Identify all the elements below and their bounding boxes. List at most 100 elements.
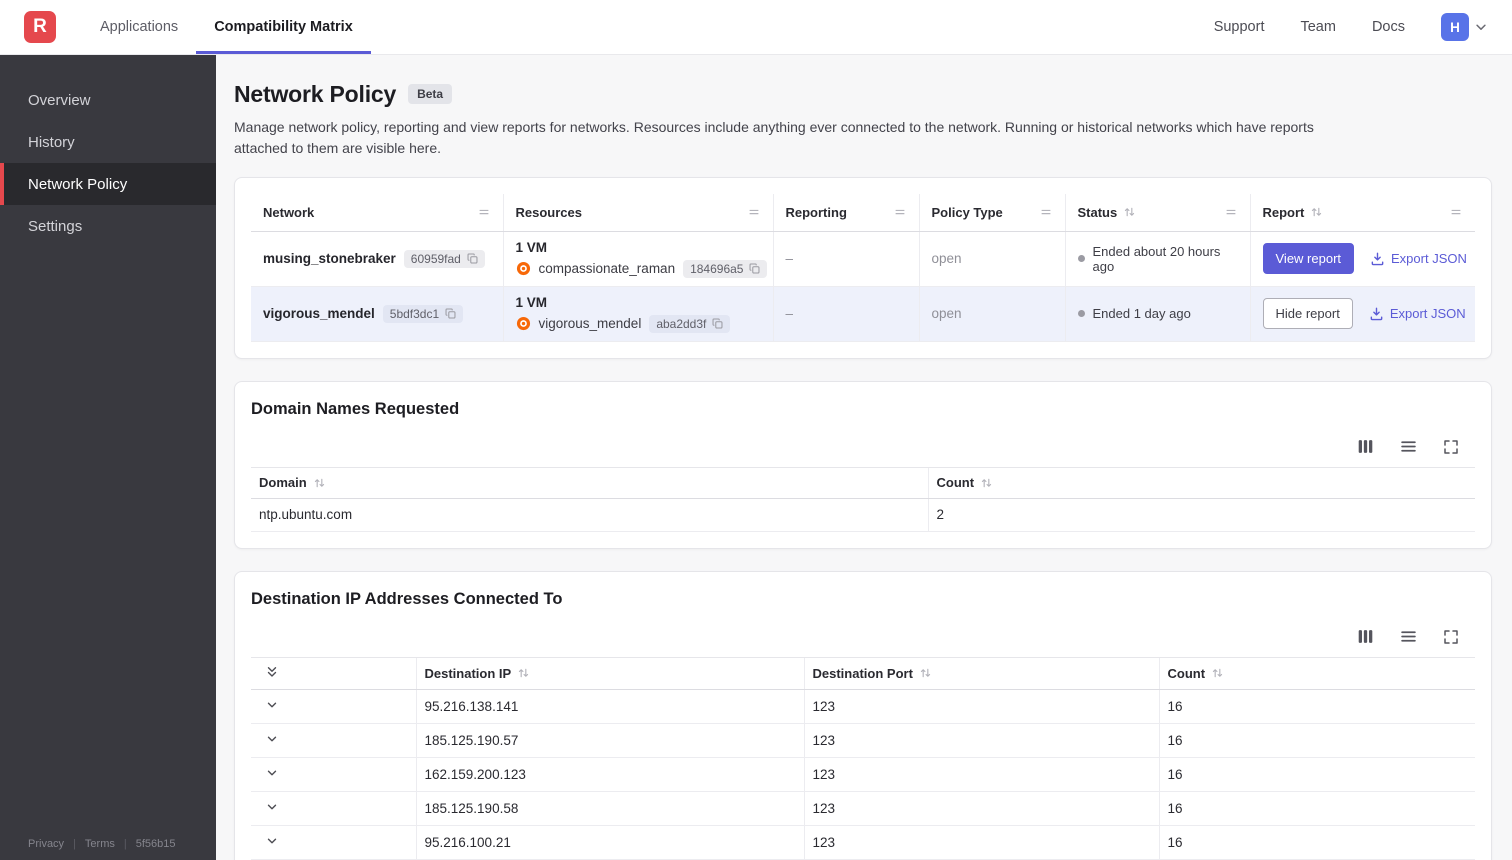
expand-all-icon[interactable] bbox=[265, 665, 279, 679]
app-logo[interactable]: R bbox=[24, 11, 56, 43]
expander-cell bbox=[251, 723, 416, 758]
sort-icon[interactable] bbox=[517, 667, 530, 679]
network-cell: musing_stonebraker 60959fad bbox=[251, 231, 503, 287]
expander-cell bbox=[251, 757, 416, 792]
column-header-destination-ip[interactable]: Destination IP bbox=[415, 656, 804, 690]
column-menu-icon[interactable] bbox=[477, 205, 491, 219]
resource-id: 184696a5 bbox=[690, 261, 744, 276]
column-header-status[interactable]: Status bbox=[1064, 194, 1250, 232]
destination-row: 95.216.138.141 123 16 bbox=[251, 689, 1475, 724]
sort-icon[interactable] bbox=[1123, 206, 1136, 218]
view-report-button[interactable]: View report bbox=[1262, 243, 1355, 274]
count-cell: 2 bbox=[927, 498, 1475, 532]
column-label: Reporting bbox=[785, 204, 847, 220]
fullscreen-icon[interactable] bbox=[1443, 439, 1459, 455]
column-label: Count bbox=[1167, 665, 1206, 681]
sort-icon[interactable] bbox=[1211, 667, 1224, 679]
hide-report-button[interactable]: Hide report bbox=[1262, 298, 1353, 329]
reporting-cell: – bbox=[772, 231, 919, 287]
terms-link[interactable]: Terms bbox=[85, 838, 115, 850]
report-cell: Hide report Export JSON bbox=[1249, 286, 1475, 342]
nav-link-team[interactable]: Team bbox=[1300, 19, 1335, 35]
column-menu-icon[interactable] bbox=[1039, 205, 1053, 219]
columns-view-icon[interactable] bbox=[1357, 438, 1374, 455]
copy-icon[interactable] bbox=[467, 253, 478, 264]
column-header-expand-all[interactable] bbox=[251, 656, 416, 690]
status-text: Ended about 20 hours ago bbox=[1092, 243, 1221, 274]
copy-icon[interactable] bbox=[749, 263, 760, 274]
chevron-down-icon[interactable] bbox=[265, 800, 279, 814]
column-menu-icon[interactable] bbox=[893, 205, 907, 219]
fullscreen-icon[interactable] bbox=[1443, 629, 1459, 645]
sidebar-item-settings[interactable]: Settings bbox=[0, 205, 216, 247]
policy-type-value: open bbox=[931, 251, 962, 266]
export-json-link[interactable]: Export JSON bbox=[1370, 251, 1467, 266]
column-header-report[interactable]: Report bbox=[1249, 194, 1475, 232]
sort-icon[interactable] bbox=[1310, 206, 1323, 218]
column-menu-icon[interactable] bbox=[1224, 205, 1238, 219]
rows-view-icon[interactable] bbox=[1400, 628, 1417, 645]
destination-ip-cell: 185.125.190.58 bbox=[415, 791, 804, 826]
column-header-resources[interactable]: Resources bbox=[502, 194, 773, 232]
count-cell: 16 bbox=[1158, 689, 1475, 724]
resource-id-badge: aba2dd3f bbox=[649, 314, 731, 333]
column-header-count[interactable]: Count bbox=[1158, 656, 1475, 690]
reporting-value: – bbox=[785, 306, 794, 321]
column-label: Network bbox=[263, 204, 315, 220]
domains-header-row: Domain Count bbox=[251, 466, 1475, 499]
column-header-domain[interactable]: Domain bbox=[251, 466, 928, 499]
download-icon bbox=[1369, 306, 1384, 321]
column-header-network[interactable]: Network bbox=[251, 194, 503, 232]
destination-row: 95.216.100.21 123 16 bbox=[251, 825, 1475, 860]
chevron-down-icon[interactable] bbox=[265, 698, 279, 712]
network-row: musing_stonebraker 60959fad 1 VM compass… bbox=[251, 231, 1475, 287]
chevron-down-icon bbox=[1474, 20, 1488, 34]
column-menu-icon[interactable] bbox=[747, 205, 761, 219]
status-dot bbox=[1077, 255, 1085, 262]
nav-link-support[interactable]: Support bbox=[1214, 19, 1265, 35]
top-navbar: R Applications Compatibility Matrix Supp… bbox=[0, 0, 1512, 55]
rows-view-icon[interactable] bbox=[1400, 438, 1417, 455]
domains-table: Domain Count ntp.ubuntu.com 2 bbox=[251, 466, 1475, 532]
policy-type-cell: open bbox=[918, 286, 1065, 342]
status-cell: Ended about 20 hours ago bbox=[1064, 231, 1250, 287]
resources-cell: 1 VM compassionate_raman 184696a5 bbox=[502, 231, 773, 287]
column-menu-icon[interactable] bbox=[1449, 205, 1463, 219]
export-json-link[interactable]: Export JSON bbox=[1369, 306, 1466, 321]
sort-icon[interactable] bbox=[313, 477, 326, 489]
column-header-policy-type[interactable]: Policy Type bbox=[918, 194, 1065, 232]
destination-row: 185.125.190.58 123 16 bbox=[251, 791, 1475, 826]
chevron-down-icon[interactable] bbox=[265, 732, 279, 746]
export-json-label: Export JSON bbox=[1391, 251, 1467, 266]
user-avatar[interactable]: H bbox=[1441, 13, 1469, 41]
sidebar-item-network-policy[interactable]: Network Policy bbox=[0, 163, 216, 205]
destination-port-cell: 123 bbox=[803, 825, 1159, 860]
policy-type-value: open bbox=[931, 306, 962, 321]
status-text: Ended 1 day ago bbox=[1092, 306, 1191, 321]
chevron-down-icon[interactable] bbox=[265, 766, 279, 780]
sort-icon[interactable] bbox=[980, 477, 993, 489]
column-header-destination-port[interactable]: Destination Port bbox=[803, 656, 1159, 690]
sidebar-item-overview[interactable]: Overview bbox=[0, 79, 216, 121]
sort-icon[interactable] bbox=[919, 667, 932, 679]
copy-icon[interactable] bbox=[712, 318, 723, 329]
networks-header-row: Network Resources Reporting Policy Type … bbox=[251, 194, 1475, 232]
column-header-reporting[interactable]: Reporting bbox=[772, 194, 919, 232]
copy-icon[interactable] bbox=[445, 308, 456, 319]
resource-icon bbox=[516, 261, 531, 276]
chevron-down-icon[interactable] bbox=[265, 834, 279, 848]
nav-tab-compatibility-matrix[interactable]: Compatibility Matrix bbox=[196, 0, 371, 54]
resource-name: vigorous_mendel bbox=[538, 316, 642, 331]
nav-link-docs[interactable]: Docs bbox=[1372, 19, 1405, 35]
resources-cell: 1 VM vigorous_mendel aba2dd3f bbox=[502, 286, 773, 342]
nav-tab-applications[interactable]: Applications bbox=[82, 0, 196, 54]
network-id: 5bdf3dc1 bbox=[389, 306, 440, 321]
column-header-count[interactable]: Count bbox=[927, 466, 1475, 499]
domains-toolbar bbox=[251, 437, 1475, 457]
privacy-link[interactable]: Privacy bbox=[28, 838, 64, 850]
user-menu[interactable]: H bbox=[1441, 13, 1488, 41]
sidebar-item-history[interactable]: History bbox=[0, 121, 216, 163]
columns-view-icon[interactable] bbox=[1357, 628, 1374, 645]
count-cell: 16 bbox=[1158, 825, 1475, 860]
beta-badge: Beta bbox=[408, 84, 453, 104]
